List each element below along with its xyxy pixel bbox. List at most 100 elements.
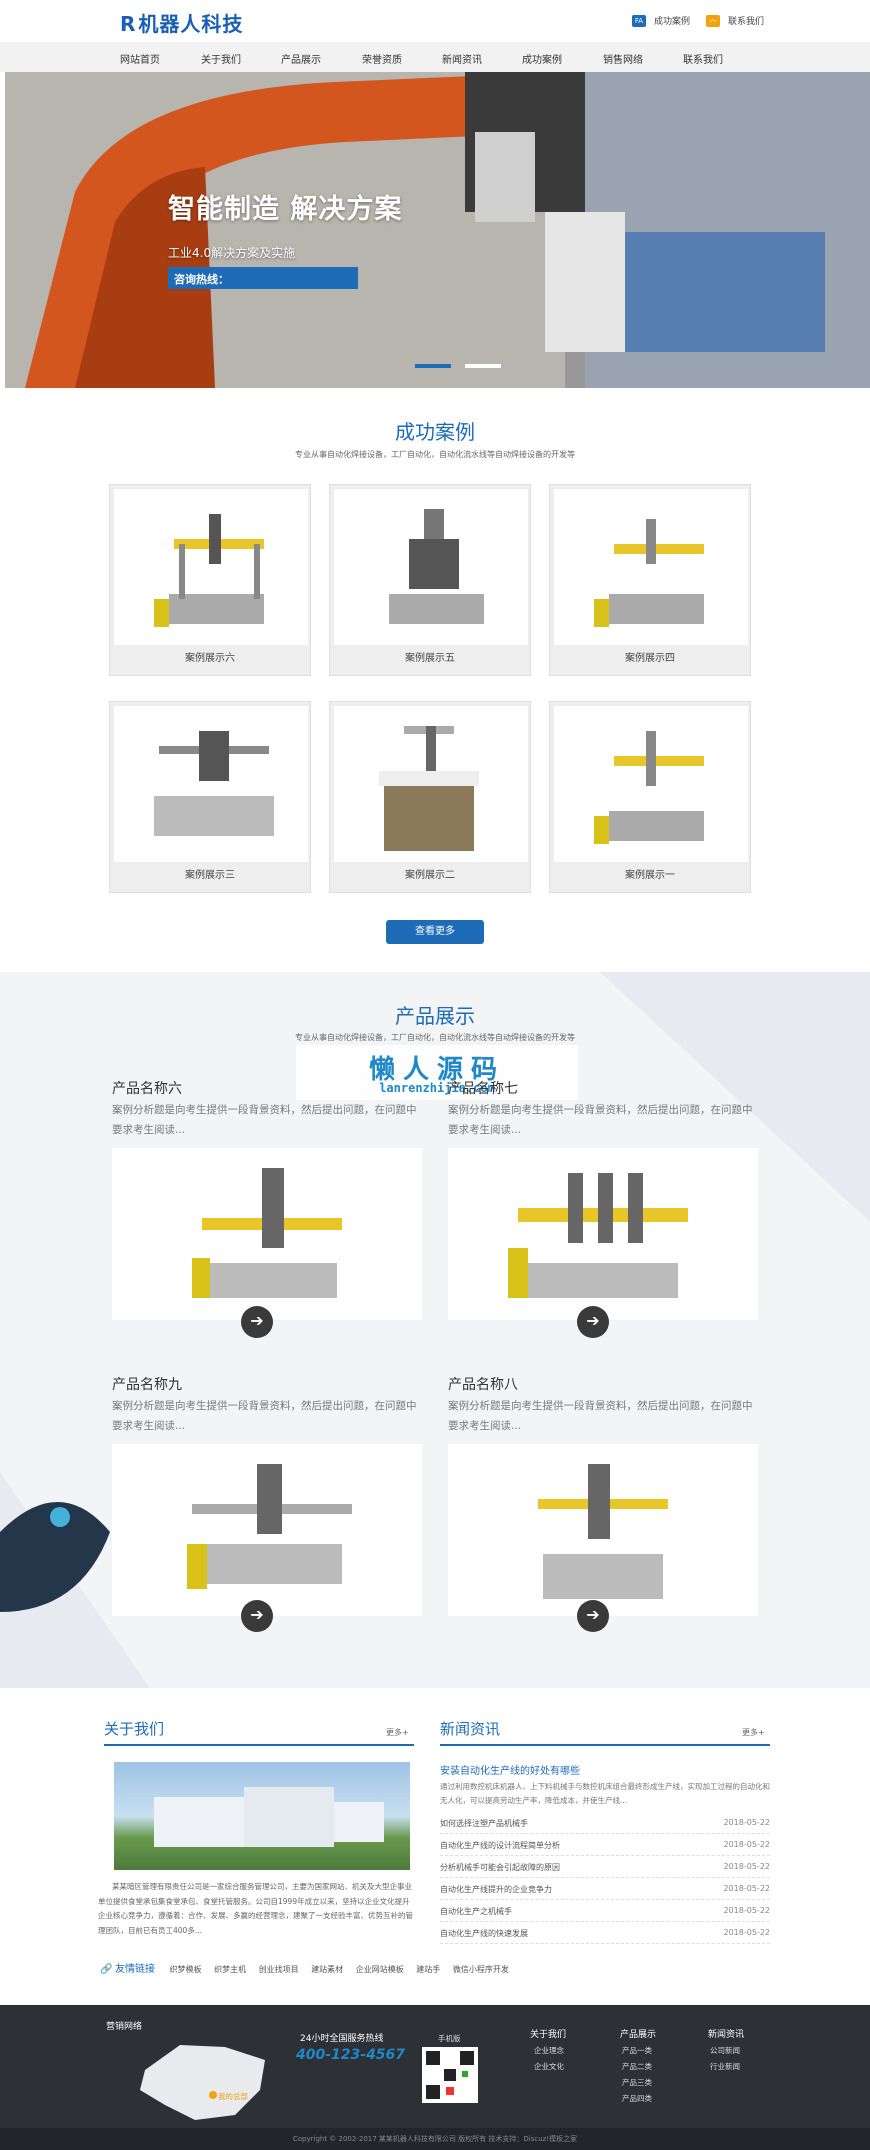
nav-item-news[interactable]: 新闻资讯 [422,51,502,66]
case-image [114,706,308,862]
friend-link[interactable]: 创业找项目 [259,1965,299,1974]
case-caption: 案例展示六 [185,653,235,664]
footer-link[interactable]: 企业文化 [534,2061,564,2072]
news-headline[interactable]: 安装自动化生产线的好处有哪些 [440,1762,580,1777]
case-caption: 案例展示一 [625,870,675,881]
top-link-cases[interactable]: FA 成功案例 [632,14,690,27]
case-caption: 案例展示四 [625,653,675,664]
friend-link[interactable]: 织梦主机 [214,1965,246,1974]
view-more-button[interactable]: 查看更多 [386,920,484,944]
robot-arm-image [5,72,870,388]
nav-item-about[interactable]: 关于我们 [181,51,261,66]
nav-item-cases[interactable]: 成功案例 [502,51,582,66]
products-subtitle: 专业从事自动化焊接设备，工厂自动化，自动化流水线等自动焊接设备的开发等 [295,1033,575,1042]
case-image [114,489,308,645]
main-nav: 网站首页 关于我们 产品展示 荣誉资质 新闻资讯 成功案例 销售网络 联系我们 [0,42,870,72]
site-logo[interactable]: R 机器人科技 [120,8,243,37]
case-card[interactable]: 案例展示二 [329,701,531,893]
news-row[interactable]: 自动化生产线的设计流程简单分析 2018-05-22 [440,1840,770,1856]
case-image [554,489,748,645]
news-divider [440,1744,770,1746]
nav-item-home[interactable]: 网站首页 [100,51,180,66]
top-bar: R 机器人科技 FA 成功案例 〰 联系我们 [0,0,870,42]
case-card[interactable]: 案例展示六 [109,484,311,676]
news-row[interactable]: 如何选择注塑产品机械手 2018-05-22 [440,1818,770,1834]
case-image [334,706,528,862]
friend-link[interactable]: 微信小程序开发 [453,1965,509,1974]
footer-link[interactable]: 公司新闻 [710,2045,740,2056]
case-image [554,706,748,862]
top-link-contact[interactable]: 〰 联系我们 [706,14,764,27]
news-row[interactable]: 分析机械手可能会引起故障的原因 2018-05-22 [440,1862,770,1878]
friend-link[interactable]: 织梦模板 [170,1965,202,1974]
news-row[interactable]: 自动化生产线提升的企业竞争力 2018-05-22 [440,1884,770,1900]
footer-network-title: 营销网络 [106,2022,143,2032]
friend-links: 🔗 友情链接 织梦模板 织梦主机 创业找项目 建站素材 企业网站模板 建站手 微… [100,1960,509,1975]
cases-subtitle: 专业从事自动化焊接设备，工厂自动化，自动化流水线等自动焊接设备的开发等 [295,450,575,459]
slide-dot-2[interactable] [465,364,501,368]
news-summary: 通过利用数控机床机器人、上下料机械手与数控机床组合最终形成生产线，实现加工过程的… [440,1782,770,1805]
footer-link[interactable]: 企业理念 [534,2045,564,2056]
product-image[interactable] [448,1444,758,1616]
arrow-right-icon[interactable]: ➔ [241,1306,273,1338]
arrow-right-icon[interactable]: ➔ [577,1306,609,1338]
hero-subtitle: 工业4.0解决方案及实施 [168,246,296,260]
case-caption: 案例展示三 [185,870,235,881]
friend-link[interactable]: 建站手 [416,1965,440,1974]
friend-links-title: 友情链接 [115,1964,155,1975]
footer-link[interactable]: 行业新闻 [710,2061,740,2072]
about-text: 某某暗区管理有限责任公司是一家综合服务管理公司，主要为国家网站、机关及大型企事业… [98,1882,413,1935]
case-image [334,489,528,645]
product-image[interactable] [448,1148,758,1320]
product-name[interactable]: 产品名称六 [112,1078,182,1098]
arrow-right-icon[interactable]: ➔ [577,1600,609,1632]
footer-link[interactable]: 产品三类 [622,2077,652,2088]
qr-code [422,2047,478,2103]
footer-link[interactable]: 产品四类 [622,2093,652,2104]
about-image [114,1762,410,1870]
case-card[interactable]: 案例展示三 [109,701,311,893]
footer-col-title[interactable]: 关于我们 [530,2027,566,2040]
arrow-right-icon[interactable]: ➔ [241,1600,273,1632]
hero-title: 智能制造 解决方案 [168,194,403,225]
footer-link[interactable]: 产品一类 [622,2045,652,2056]
mobile-label: 手机版 [438,2034,461,2043]
product-desc: 案例分析题是向考生提供一段背景资料，然后提出问题，在问题中要求考生阅读... [448,1104,753,1136]
nav-item-sales[interactable]: 销售网络 [583,51,663,66]
china-map [140,2045,265,2120]
news-more-link[interactable]: 更多+ [742,1727,765,1738]
product-name[interactable]: 产品名称七 [448,1078,518,1098]
product-name[interactable]: 产品名称八 [448,1374,518,1394]
hero-hotline[interactable]: 咨询热线： [168,267,358,289]
footer-link[interactable]: 产品二类 [622,2061,652,2072]
news-row[interactable]: 自动化生产线的快速发展 2018-05-22 [440,1928,770,1944]
product-name[interactable]: 产品名称九 [112,1374,182,1394]
product-image[interactable] [112,1148,422,1320]
friend-link[interactable]: 建站素材 [311,1965,343,1974]
products-title: 产品展示 [395,1004,475,1028]
about-more-link[interactable]: 更多+ [386,1727,409,1738]
footer-col-title[interactable]: 产品展示 [620,2027,656,2040]
case-caption: 案例展示五 [405,653,455,664]
case-card[interactable]: 案例展示五 [329,484,531,676]
hq-label: 我的总部 [218,2092,248,2101]
product-desc: 案例分析题是向考生提供一段背景资料，然后提出问题，在问题中要求考生阅读... [448,1400,753,1432]
footer-col-title[interactable]: 新闻资讯 [708,2027,744,2040]
news-row[interactable]: 自动化生产之机械手 2018-05-22 [440,1906,770,1922]
nav-item-contact[interactable]: 联系我们 [663,51,743,66]
product-desc: 案例分析题是向考生提供一段背景资料，然后提出问题，在问题中要求考生阅读... [112,1400,417,1432]
hotline-number[interactable]: 400-123-4567 [296,2047,405,2063]
hero-banner[interactable]: 智能制造 解决方案 工业4.0解决方案及实施 咨询热线： [5,72,870,388]
case-card[interactable]: 案例展示四 [549,484,751,676]
cases-title: 成功案例 [395,420,475,444]
friend-link[interactable]: 企业网站模板 [356,1965,404,1974]
fa-icon: FA [632,14,646,27]
about-title: 关于我们 [104,1720,165,1738]
product-image[interactable] [112,1444,422,1616]
case-card[interactable]: 案例展示一 [549,701,751,893]
news-title: 新闻资讯 [440,1720,501,1738]
nav-item-products[interactable]: 产品展示 [261,51,341,66]
slide-dot-1[interactable] [415,364,451,368]
watermark: 懒人源码 lanrenzhijia.com [296,1045,578,1100]
nav-item-honors[interactable]: 荣誉资质 [342,51,422,66]
